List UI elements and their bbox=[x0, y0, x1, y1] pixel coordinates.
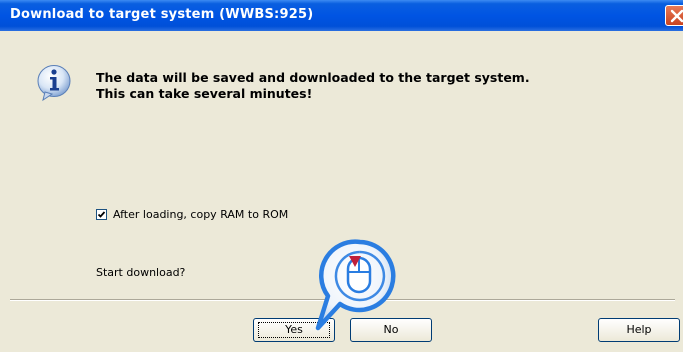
copy-ram-to-rom-checkbox[interactable] bbox=[96, 209, 107, 220]
info-icon bbox=[37, 65, 71, 102]
close-button[interactable] bbox=[665, 5, 683, 26]
title-bar[interactable]: Download to target system (WWBS:925) bbox=[0, 0, 683, 31]
help-button[interactable]: Help bbox=[598, 318, 680, 342]
close-icon bbox=[670, 9, 683, 23]
message: The data will be saved and downloaded to… bbox=[96, 70, 530, 102]
window-title: Download to target system (WWBS:925) bbox=[10, 7, 314, 22]
message-line-1: The data will be saved and downloaded to… bbox=[96, 70, 530, 85]
start-download-prompt: Start download? bbox=[96, 266, 186, 279]
mouse-click-icon bbox=[315, 239, 396, 331]
checkmark-icon bbox=[97, 211, 106, 218]
help-button-label: Help bbox=[626, 323, 652, 336]
checkbox-label[interactable]: After loading, copy RAM to ROM bbox=[113, 208, 288, 221]
message-line-2: This can take several minutes! bbox=[96, 86, 313, 101]
